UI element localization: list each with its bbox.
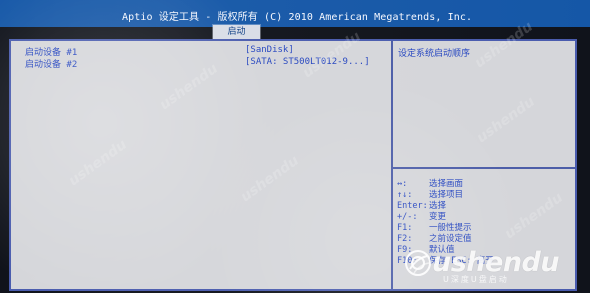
help-pane: 设定系统启动顺序 ↔: 选择画面 ↑↓: 选择项目 Enter:选择 +/-: 变更 … bbox=[393, 41, 575, 289]
key-help-change: +/-: 变更 bbox=[397, 210, 569, 222]
key-help-select-item: ↑↓: 选择项目 bbox=[397, 188, 569, 200]
boot-option-2-value[interactable]: [SATA: ST500LT012-9...] bbox=[245, 57, 375, 67]
bios-screen: Aptio 设定工具 - 版权所有 (C) 2010 American Mega… bbox=[0, 0, 590, 293]
help-keys-box: ↔: 选择画面 ↑↓: 选择项目 Enter:选择 +/-: 变更 F1: 一般性提示 … bbox=[393, 169, 575, 289]
window-title: Aptio 设定工具 - 版权所有 (C) 2010 American Mega… bbox=[122, 12, 473, 23]
key-help-general: F1: 一般性提示 bbox=[397, 221, 569, 233]
key-description: 保存 ESC: 离开 bbox=[429, 256, 494, 266]
help-description: 设定系统启动顺序 bbox=[398, 49, 471, 59]
title-bar: Aptio 设定工具 - 版权所有 (C) 2010 American Mega… bbox=[0, 0, 590, 27]
key-help-select-screen: ↔: 选择画面 bbox=[397, 177, 569, 189]
key-help-save-exit: F10: 保存 ESC: 离开 bbox=[397, 254, 569, 266]
key-help-previous: F2: 之前设定值 bbox=[397, 232, 569, 244]
help-description-box: 设定系统启动顺序 bbox=[393, 41, 575, 169]
key-label: F10: bbox=[397, 256, 418, 266]
key-help-enter: Enter:选择 bbox=[397, 199, 569, 211]
boot-option-row-2[interactable]: 启动设备 #2 [SATA: ST500LT012-9...] bbox=[25, 57, 380, 70]
boot-option-2-label: 启动设备 #2 bbox=[25, 60, 78, 70]
boot-option-row-1[interactable]: 启动设备 #1 [SanDisk] bbox=[25, 45, 380, 58]
tab-boot[interactable]: 启动 bbox=[213, 25, 260, 39]
boot-option-1-value[interactable]: [SanDisk] bbox=[245, 45, 375, 55]
key-help-defaults: F9: 默认值 bbox=[397, 243, 569, 255]
boot-settings-pane: 启动设备 #1 [SanDisk] 启动设备 #2 [SATA: ST500LT… bbox=[11, 41, 393, 289]
bios-panel: 启动设备 #1 [SanDisk] 启动设备 #2 [SATA: ST500LT… bbox=[9, 39, 577, 291]
